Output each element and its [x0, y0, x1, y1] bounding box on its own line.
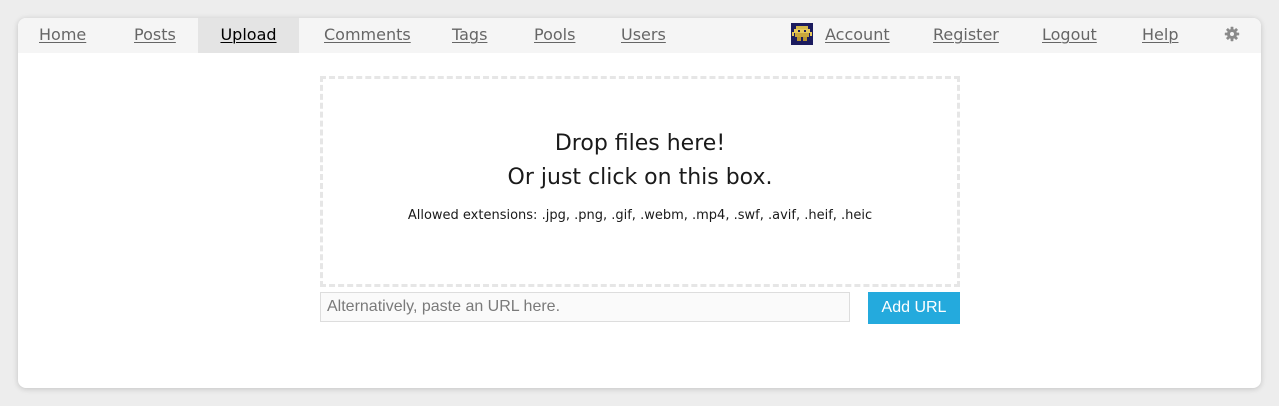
gear-icon[interactable] [1224, 26, 1240, 42]
allowed-extensions-text: Allowed extensions: .jpg, .png, .gif, .w… [407, 208, 873, 223]
nav-pools-link[interactable]: Pools [534, 18, 575, 53]
app-window: Home Posts Upload Comments Tags Pools Us… [18, 18, 1261, 388]
avatar-icon [791, 23, 813, 45]
nav-account-link[interactable]: Account [825, 18, 890, 53]
nav-help-link[interactable]: Help [1142, 18, 1178, 53]
avatar[interactable] [791, 23, 813, 45]
click-box-heading: Or just click on this box. [507, 165, 773, 190]
nav-users-link[interactable]: Users [621, 18, 666, 53]
nav-home-link[interactable]: Home [39, 18, 86, 53]
nav-comments-link[interactable]: Comments [324, 18, 411, 53]
file-drop-zone[interactable]: Drop files here! Or just click on this b… [320, 76, 960, 287]
nav-posts-link[interactable]: Posts [134, 18, 176, 53]
url-input[interactable] [320, 292, 850, 322]
drop-files-heading: Drop files here! [554, 131, 726, 156]
top-navigation: Home Posts Upload Comments Tags Pools Us… [18, 18, 1261, 53]
nav-upload-link[interactable]: Upload [198, 18, 299, 53]
nav-register-link[interactable]: Register [933, 18, 999, 53]
nav-logout-link[interactable]: Logout [1042, 18, 1097, 53]
add-url-button[interactable]: Add URL [868, 292, 960, 324]
nav-tags-link[interactable]: Tags [452, 18, 487, 53]
